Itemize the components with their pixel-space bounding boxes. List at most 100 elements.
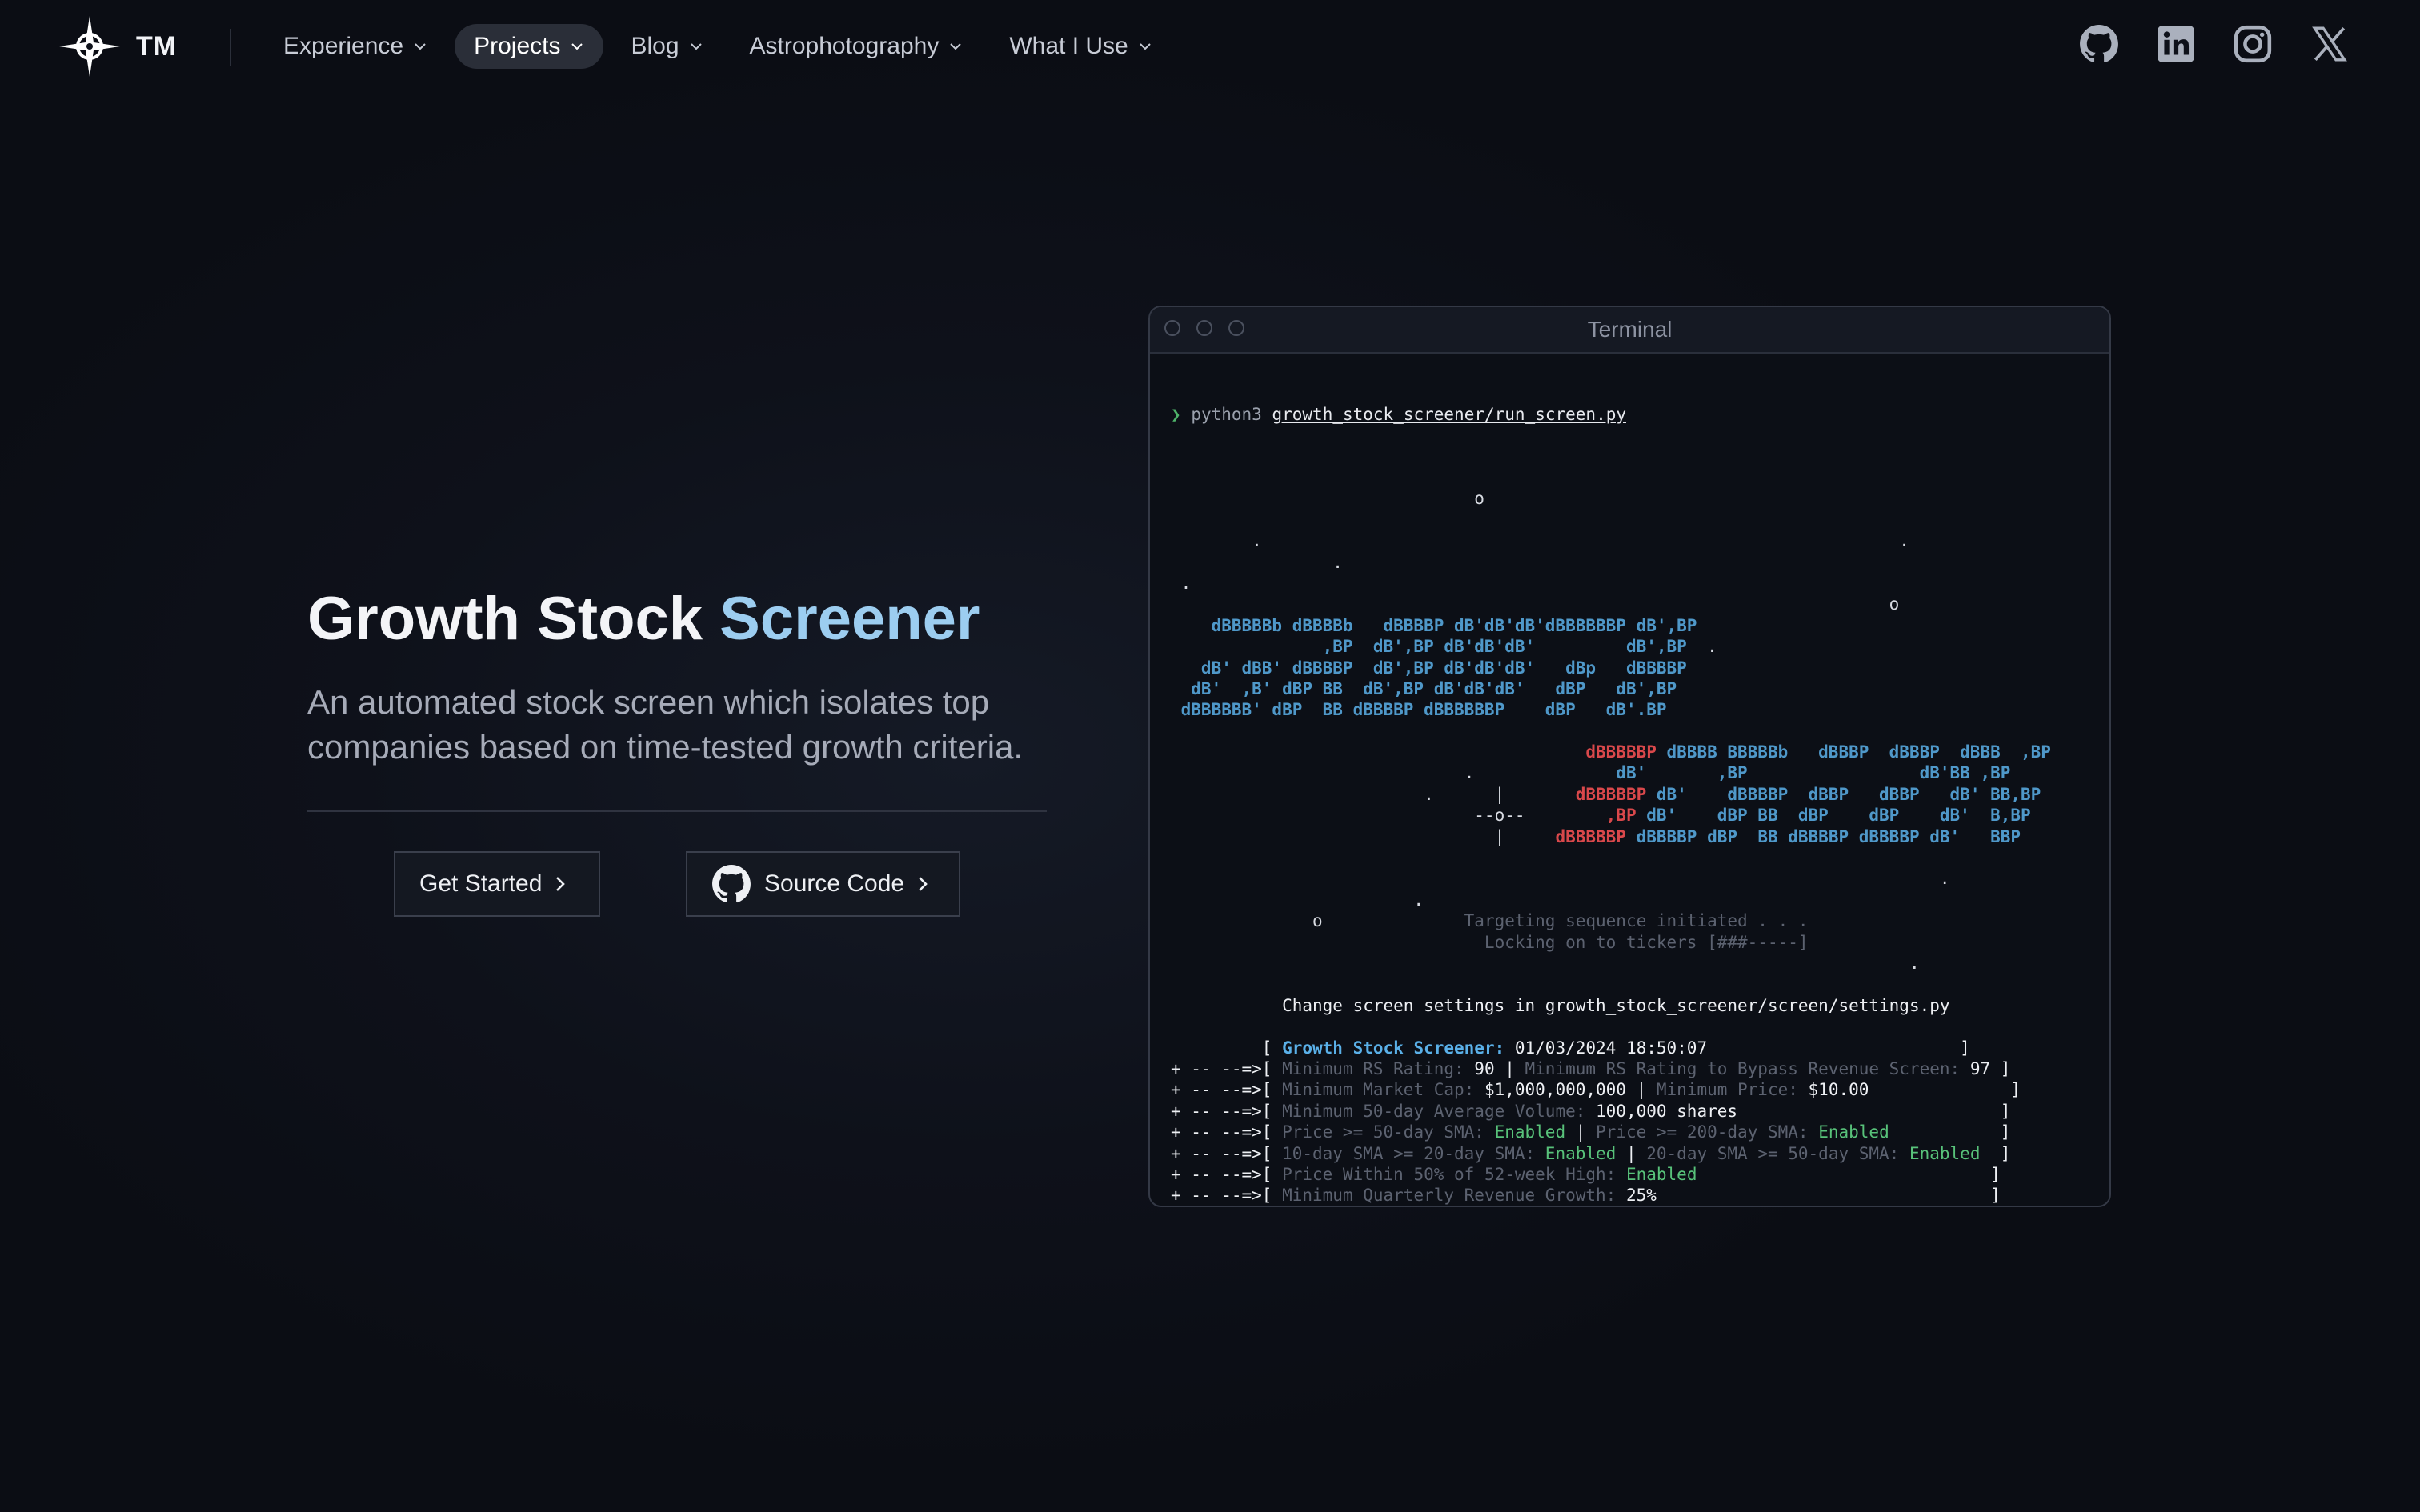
main-menu: Experience Projects Blog Astrophotograph…: [264, 24, 1172, 69]
terminal-line: --o-- ,BP dB' dBP BB dBP dBP dB' B,BP: [1171, 805, 2090, 826]
terminal-line: + -- --=>[ Minimum RS Rating: 90 | Minim…: [1171, 1058, 2090, 1079]
github-icon[interactable]: [2079, 24, 2119, 64]
site-logo[interactable]: TM: [58, 14, 177, 78]
terminal-line: o Targeting sequence initiated . . .: [1171, 910, 2090, 931]
terminal-line: .: [1171, 890, 2090, 910]
terminal-titlebar: Terminal: [1150, 307, 2109, 354]
terminal-text: + -- --=>[: [1171, 1080, 1283, 1100]
social-links: [2079, 24, 2350, 64]
logo-text: TM: [136, 30, 178, 62]
terminal-text: ,BP: [1525, 806, 1637, 826]
terminal-text: .: [1171, 890, 1424, 910]
terminal-text: o: [1171, 911, 1323, 931]
hero-title-accent: Screener: [719, 585, 980, 653]
terminal-text: + -- --=>[: [1171, 1122, 1283, 1142]
chevron-right-icon: [556, 877, 566, 891]
top-navigation: TM Experience Projects Blog Astrophotogr…: [0, 0, 2420, 94]
menu-item-projects[interactable]: Projects: [455, 24, 604, 69]
terminal-text: + -- --=>[: [1171, 1143, 1283, 1163]
terminal-text: ]: [1980, 1143, 2011, 1163]
terminal-text: .: [1171, 573, 1192, 593]
linkedin-icon[interactable]: [2156, 24, 2196, 64]
terminal-lines: o . . . . o dBBBBBb dBBBBb dBBBBP dB'dB'…: [1171, 467, 2090, 1206]
nav-divider: [230, 29, 231, 66]
terminal-text: 25% ]: [1616, 1186, 2001, 1206]
terminal-text: |: [1616, 1143, 1647, 1163]
terminal-text: Minimum Market Cap:: [1282, 1080, 1475, 1100]
terminal-text: Change screen settings in growth_stock_s…: [1171, 995, 1950, 1015]
terminal-text: Minimum RS Rating:: [1282, 1058, 1464, 1078]
menu-item-label: Experience: [283, 33, 404, 59]
hero-title-main: Growth Stock: [307, 585, 720, 653]
x-icon[interactable]: [2310, 24, 2350, 64]
terminal-text: Price >= 50-day SMA:: [1282, 1122, 1484, 1142]
menu-item-what-i-use[interactable]: What I Use: [990, 24, 1171, 69]
terminal-line: dB' dBB' dBBBBP dB',BP dB'dB'dB' dBp dBB…: [1171, 658, 2090, 678]
terminal-text: dB' dBBBBP dBBP dBBP dB' BB,BP: [1646, 784, 2041, 804]
terminal-line: .: [1171, 868, 2090, 889]
terminal-command-line: ❯ python3 growth_stock_screener/run_scre…: [1171, 404, 2090, 425]
terminal-line: + -- --=>[ Price >= 50-day SMA: Enabled …: [1171, 1122, 2090, 1142]
terminal-text: .: [1171, 763, 1475, 783]
terminal-text: dBBBBBb dBBBBb dBBBBP dB'dB'dB'dBBBBBBP …: [1171, 615, 1697, 635]
terminal-text: .: [1686, 637, 1717, 657]
terminal-text: 90 |: [1464, 1058, 1525, 1078]
terminal-text: Growth Stock Screener:: [1282, 1038, 1505, 1058]
terminal-text: dBBBBBB' dBP BB dBBBBP dBBBBBBP dBP dB'.…: [1171, 700, 1667, 720]
source-code-label: Source Code: [764, 870, 905, 897]
terminal-line: o: [1171, 488, 2090, 509]
terminal-line: . .: [1171, 530, 2090, 551]
terminal-line: dBBBBBP dBBBB BBBBBb dBBBP dBBBP dBBB ,B…: [1171, 742, 2090, 762]
terminal-line: Change screen settings in growth_stock_s…: [1171, 995, 2090, 1016]
terminal-window: Terminal ❯ python3 growth_stock_screener…: [1148, 306, 2111, 1207]
instagram-icon[interactable]: [2233, 24, 2273, 64]
source-code-button[interactable]: Source Code: [686, 851, 960, 917]
menu-item-experience[interactable]: Experience: [264, 24, 447, 69]
terminal-title: Terminal: [1587, 317, 1673, 342]
prompt-icon: ❯: [1171, 404, 1181, 424]
github-icon: [712, 865, 751, 903]
terminal-text: Enabled: [1808, 1122, 1889, 1142]
terminal-text: .: [1171, 552, 1697, 572]
terminal-text: ]: [1889, 1122, 2011, 1142]
terminal-text: 01/03/2024 18:50:07 ]: [1504, 1038, 1970, 1058]
terminal-line: [ Growth Stock Screener: 01/03/2024 18:5…: [1171, 1038, 2090, 1058]
terminal-line: dBBBBBB' dBP BB dBBBBP dBBBBBBP dBP dB'.…: [1171, 699, 2090, 720]
terminal-text: Enabled: [1484, 1122, 1566, 1142]
get-started-button[interactable]: Get Started: [394, 851, 600, 917]
terminal-line: dB' ,B' dBP BB dB',BP dB'dB'dB' dBP dB',…: [1171, 678, 2090, 699]
terminal-text: . .: [1171, 531, 1909, 551]
terminal-text: Enabled: [1616, 1164, 1697, 1184]
script-path: growth_stock_screener/run_screen.py: [1272, 404, 1626, 424]
terminal-text: Price >= 200-day SMA:: [1596, 1122, 1809, 1142]
terminal-text: ]: [1697, 1164, 2001, 1184]
terminal-line: ,BP dB',BP dB'dB'dB' dB',BP .: [1171, 636, 2090, 657]
terminal-text: 10-day SMA >= 20-day SMA:: [1282, 1143, 1536, 1163]
chevron-down-icon: [571, 43, 583, 50]
terminal-text: Enabled: [1899, 1143, 1981, 1163]
chevron-down-icon: [950, 43, 962, 50]
terminal-text: ,BP dB',BP dB'dB'dB' dB',BP: [1171, 637, 1687, 657]
terminal-text: |: [1565, 1122, 1597, 1142]
terminal-text: . |: [1171, 784, 1505, 804]
terminal-text: Price Within 50% of 52-week High:: [1282, 1164, 1617, 1184]
terminal-text: .: [1171, 869, 1950, 889]
terminal-text: dBBBBBP: [1504, 826, 1626, 846]
chevron-down-icon: [690, 43, 702, 50]
terminal-text: Minimum Price:: [1656, 1080, 1798, 1100]
terminal-text: 97 ]: [1960, 1058, 2011, 1078]
hero-subtitle: An automated stock screen which isolates…: [307, 683, 1024, 766]
menu-item-astrophotography[interactable]: Astrophotography: [731, 24, 983, 69]
terminal-line: . | dBBBBBP dB' dBBBBP dBBP dBBP dB' BB,…: [1171, 784, 2090, 805]
chevron-right-icon: [919, 877, 928, 891]
terminal-text: dB' dBP BB dBP dBP dB' B,BP: [1636, 806, 2031, 826]
terminal-text: [: [1171, 1038, 1283, 1058]
terminal-text: dB' dBB' dBBBBP dB',BP dB'dB'dB' dBp dBB…: [1171, 658, 1687, 678]
menu-item-label: What I Use: [1009, 33, 1128, 59]
terminal-text: Minimum Quarterly Revenue Growth:: [1282, 1186, 1617, 1206]
terminal-line: + -- --=>[ Minimum Market Cap: $1,000,00…: [1171, 1079, 2090, 1100]
terminal-line: + -- --=>[ Minimum 50-day Average Volume…: [1171, 1101, 2090, 1122]
menu-item-blog[interactable]: Blog: [611, 24, 722, 69]
